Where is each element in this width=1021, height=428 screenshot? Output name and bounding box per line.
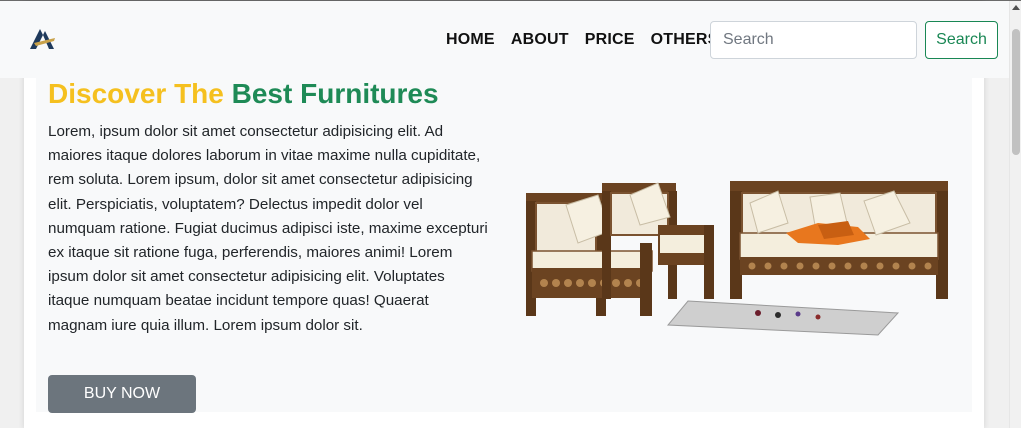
- navbar: HOME ABOUT PRICE OTHERS Search: [0, 1, 1009, 78]
- search-button[interactable]: Search: [925, 21, 998, 59]
- nav-link-others[interactable]: OTHERS: [651, 30, 719, 50]
- brand-logo-icon[interactable]: [27, 27, 57, 51]
- nav-link-about[interactable]: ABOUT: [511, 30, 569, 50]
- nav-link-price[interactable]: PRICE: [585, 30, 635, 50]
- scrollbar-thumb[interactable]: [1012, 29, 1020, 155]
- buy-now-button[interactable]: BUY NOW: [48, 375, 196, 413]
- hero-title: Discover The Best Furnitures: [48, 77, 439, 111]
- nav-link-home[interactable]: HOME: [446, 30, 495, 50]
- hero-title-main: Best Furnitures: [231, 78, 439, 109]
- wooden-sofa-set-image: [526, 181, 948, 336]
- page-scrollbar[interactable]: [1009, 1, 1021, 428]
- nav-links: HOME ABOUT PRICE OTHERS: [446, 30, 718, 50]
- hero-title-highlight: Discover The: [48, 78, 224, 109]
- scroll-up-arrow-icon[interactable]: [1012, 5, 1020, 10]
- hero-description: Lorem, ipsum dolor sit amet consectetur …: [48, 123, 488, 334]
- search-input[interactable]: [710, 21, 917, 59]
